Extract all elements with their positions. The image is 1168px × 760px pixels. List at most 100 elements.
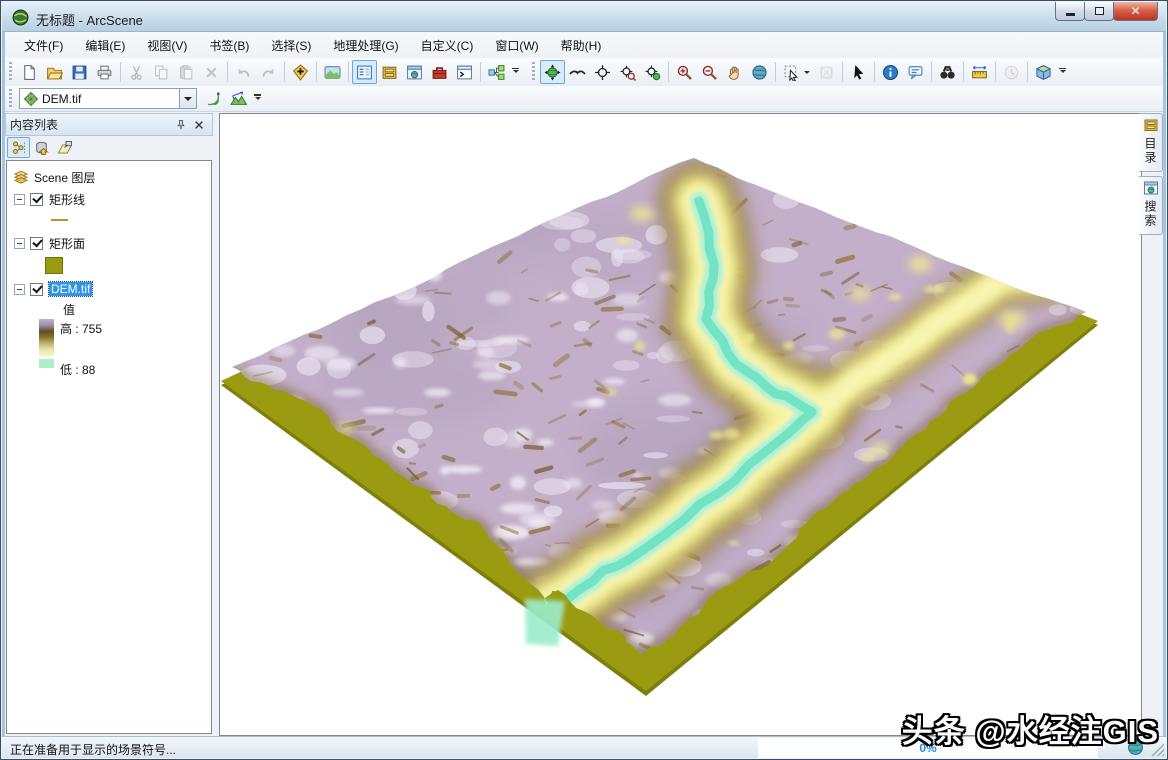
list-by-drawing-order-button[interactable] — [7, 137, 30, 158]
resize-grip[interactable] — [1151, 743, 1164, 756]
dock-area: 内容列表 Scene 图层 矩形线 矩形面 DEM.tif 值高 : 755 低 : 88… — [5, 112, 1163, 736]
menu-item[interactable]: 帮助(H) — [550, 33, 613, 58]
toolbar-overflow-button[interactable] — [251, 87, 264, 111]
new-document-button[interactable] — [17, 60, 42, 84]
line-of-sight-button[interactable] — [226, 87, 251, 111]
select-elements-button[interactable] — [846, 60, 871, 84]
full-extent-button[interactable] — [747, 60, 772, 84]
toolbar-grip[interactable] — [7, 62, 14, 82]
toolbar-separator — [874, 62, 875, 82]
add-data-button[interactable] — [288, 60, 313, 84]
toolbar-overflow-button[interactable] — [509, 60, 522, 84]
dropdown-arrow-icon[interactable] — [804, 60, 814, 84]
pin-button[interactable] — [172, 116, 190, 134]
open-button[interactable] — [42, 60, 67, 84]
toolbar-grip[interactable] — [530, 62, 537, 82]
modelbuilder-icon — [488, 64, 505, 80]
zoom-out-button[interactable] — [697, 60, 722, 84]
restore-button[interactable] — [1084, 2, 1114, 21]
close-button[interactable]: ✕ — [1113, 2, 1158, 21]
tree-expander[interactable] — [14, 193, 25, 205]
layer-label[interactable]: 矩形线 — [49, 191, 85, 208]
python-window-button[interactable] — [452, 60, 477, 84]
copy-button — [149, 60, 174, 84]
select-box-icon — [820, 66, 833, 78]
dock-tab-label: 目录 — [1143, 137, 1157, 165]
toolbar-overflow-button[interactable] — [1056, 60, 1069, 84]
fill-symbol[interactable] — [45, 256, 63, 274]
dock-tab-目录[interactable]: 目录 — [1139, 113, 1163, 172]
line-symbol[interactable] — [51, 219, 68, 221]
list-by-visibility-button[interactable] — [53, 137, 76, 158]
list-by-source-button[interactable] — [30, 137, 53, 158]
toolbar-grip[interactable] — [7, 88, 14, 109]
combobox-dropdown-button[interactable] — [179, 89, 196, 108]
select-graphics-button[interactable] — [779, 60, 804, 84]
modelbuilder-button[interactable] — [484, 60, 509, 84]
search-window-icon — [1143, 181, 1158, 195]
identify-button[interactable] — [878, 60, 903, 84]
zoom-in-button[interactable] — [672, 60, 697, 84]
ramp-column — [39, 319, 54, 378]
redo-icon — [262, 68, 274, 77]
toolbar-row — [5, 58, 1163, 86]
menu-item[interactable]: 书签(B) — [198, 33, 260, 58]
layer-toolbar: DEM.tif — [5, 86, 1163, 112]
layer-row: 矩形面 — [11, 233, 211, 253]
minimize-icon — [1065, 12, 1075, 16]
steepest-path-button[interactable] — [201, 87, 226, 111]
paste-button — [174, 60, 199, 84]
menu-item[interactable]: 视图(V) — [136, 33, 198, 58]
layer-visibility-checkbox[interactable] — [30, 236, 43, 250]
field-row: 值 — [11, 299, 211, 319]
print-icon — [97, 65, 112, 79]
search-window-button[interactable] — [402, 60, 427, 84]
progress-bar: 0% — [758, 738, 1098, 758]
menu-bar: 文件(F) 编辑(E) 视图(V) 书签(B) 选择(S) 地理处理(G) 自定义(C) 窗口… — [5, 32, 1163, 58]
menu-item[interactable]: 选择(S) — [260, 33, 322, 58]
toolbar-separator — [931, 62, 932, 82]
tree-expander[interactable] — [14, 283, 25, 295]
viewer-manager-button[interactable] — [1031, 60, 1056, 84]
fly-button[interactable] — [565, 60, 590, 84]
find-button[interactable] — [935, 60, 960, 84]
legend-low-label: 低 : 88 — [60, 363, 96, 377]
set-observer-button[interactable] — [640, 60, 665, 84]
list-by-visibility-icon — [57, 140, 72, 153]
menu-item[interactable]: 窗口(W) — [484, 33, 549, 58]
cut-button — [124, 60, 149, 84]
layer-label[interactable]: 矩形面 — [49, 235, 85, 252]
layer-label[interactable]: DEM.tif — [47, 281, 94, 297]
pan-button[interactable] — [722, 60, 747, 84]
print-button[interactable] — [92, 60, 117, 84]
html-popup-button[interactable] — [903, 60, 928, 84]
catalog-window-button[interactable] — [377, 60, 402, 84]
scene-properties-button[interactable] — [320, 60, 345, 84]
menu-item[interactable]: 地理处理(G) — [322, 33, 409, 58]
identify-icon — [882, 64, 899, 80]
center-on-target-button[interactable] — [590, 60, 615, 84]
zoom-to-target-button[interactable] — [615, 60, 640, 84]
dock-tab-搜索[interactable]: 搜索 — [1139, 176, 1163, 235]
toc-root-label[interactable]: Scene 图层 — [34, 169, 95, 186]
scene-viewport[interactable] — [219, 113, 1142, 736]
save-button[interactable] — [67, 60, 92, 84]
close-panel-button[interactable] — [190, 116, 208, 134]
cut-icon — [131, 65, 142, 80]
symbol-row — [11, 253, 211, 277]
find-icon — [940, 65, 955, 79]
measure-button[interactable] — [967, 60, 992, 84]
arctoolbox-button[interactable] — [427, 60, 452, 84]
navigate-button[interactable] — [540, 60, 565, 84]
open-folder-icon — [46, 67, 63, 79]
menu-item[interactable]: 文件(F) — [13, 33, 74, 58]
tree-expander[interactable] — [14, 237, 25, 249]
right-dock-strip: 目录 搜索 — [1139, 113, 1165, 736]
table-of-contents-button[interactable] — [352, 60, 377, 84]
menu-item[interactable]: 编辑(E) — [74, 33, 136, 58]
minimize-button[interactable] — [1055, 2, 1085, 21]
menu-item[interactable]: 自定义(C) — [410, 33, 485, 58]
layer-visibility-checkbox[interactable] — [30, 192, 43, 206]
layer-combobox[interactable]: DEM.tif — [19, 88, 197, 109]
layer-visibility-checkbox[interactable] — [30, 282, 43, 296]
